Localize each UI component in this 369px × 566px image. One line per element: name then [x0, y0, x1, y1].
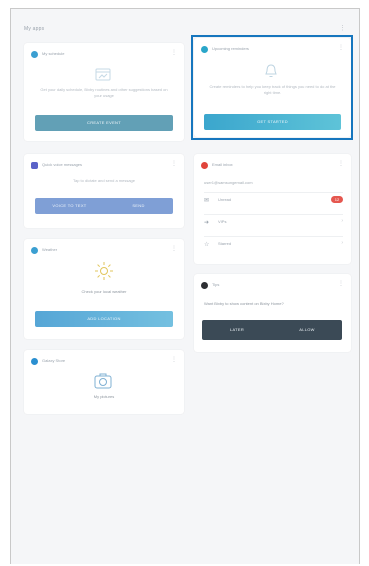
row-label: Unread [218, 197, 232, 202]
add-location-button[interactable]: ADD LOCATION [35, 311, 173, 327]
kebab-menu-icon[interactable]: ⋮ [339, 24, 346, 32]
card-menu-icon[interactable]: ⋮ [338, 161, 344, 167]
bixby-icon [201, 282, 208, 289]
card-title: Galaxy Store [42, 358, 66, 363]
card-description: Get your daily schedule, Bixby routines … [40, 87, 168, 98]
sent-icon: ➜ [204, 220, 210, 226]
allow-button[interactable]: ALLOW [272, 320, 342, 340]
card-email: Email inbox ⋮ user1@samsungemail.com ✉ U… [194, 154, 351, 264]
card-accent-dot [31, 247, 38, 254]
card-description: Tap to dictate and send a message [72, 178, 136, 183]
page-title: My apps [24, 26, 45, 32]
card-menu-icon[interactable]: ⋮ [338, 281, 344, 287]
chevron-right-icon: › [341, 218, 343, 224]
email-account: user1@samsungemail.com [204, 180, 253, 185]
card-title: Email inbox [212, 162, 233, 167]
card-description: Check your local weather [81, 289, 127, 294]
selection-highlight [191, 35, 353, 140]
card-title: Quick voice messages [42, 162, 83, 167]
later-button[interactable]: LATER [202, 320, 272, 340]
row-label: Starred [218, 241, 232, 246]
card-my-schedule: My schedule ⋮ Get your daily schedule, B… [24, 43, 184, 141]
card-galaxy-store: Galaxy Store ⋮ My pictures [24, 350, 184, 414]
calendar-icon [95, 68, 111, 81]
card-accent-dot [31, 358, 38, 365]
card-caption: My pictures [93, 394, 115, 399]
card-header: Galaxy Store ⋮ [31, 357, 179, 367]
card-header: Quick voice messages ⋮ [31, 161, 179, 171]
card-header: Email inbox ⋮ [201, 161, 346, 171]
camera-icon [94, 373, 112, 389]
card-accent-dot [31, 162, 38, 169]
card-header: Weather ⋮ [31, 246, 179, 256]
card-bixby-tips: Tips ⋮ Want Bixby to show content on Bix… [194, 274, 351, 352]
unread-count-badge: 12 [331, 196, 343, 203]
create-event-button[interactable]: CREATE EVENT [35, 115, 173, 131]
card-header: My schedule ⋮ [31, 50, 179, 60]
row-label: VIPs [218, 219, 227, 224]
email-row-vips[interactable]: ➜ VIPs › [204, 214, 343, 229]
card-menu-icon[interactable]: ⋮ [171, 50, 177, 56]
card-title: Tips [212, 282, 220, 287]
card-weather: Weather ⋮ Check your local weather ADD L… [24, 239, 184, 339]
card-menu-icon[interactable]: ⋮ [171, 161, 177, 167]
inbox-icon: ✉ [204, 198, 210, 204]
sun-icon [95, 262, 113, 280]
card-menu-icon[interactable]: ⋮ [171, 246, 177, 252]
card-menu-icon[interactable]: ⋮ [171, 357, 177, 363]
star-icon: ☆ [204, 242, 210, 248]
card-title: My schedule [42, 51, 65, 56]
card-quick-message: Quick voice messages ⋮ Tap to dictate an… [24, 154, 184, 228]
voice-to-text-button[interactable]: VOICE TO TEXT [35, 198, 104, 214]
card-header: Tips ⋮ [201, 281, 346, 291]
email-row-starred[interactable]: ☆ Starred › [204, 236, 343, 251]
chevron-right-icon: › [341, 240, 343, 246]
tips-question: Want Bixby to show content on Bixby Home… [204, 301, 284, 306]
card-accent-dot [201, 162, 208, 169]
send-button[interactable]: SEND [104, 198, 173, 214]
card-title: Weather [42, 247, 58, 252]
email-row-unread[interactable]: ✉ Unread 12 [204, 192, 343, 207]
card-accent-dot [31, 51, 38, 58]
